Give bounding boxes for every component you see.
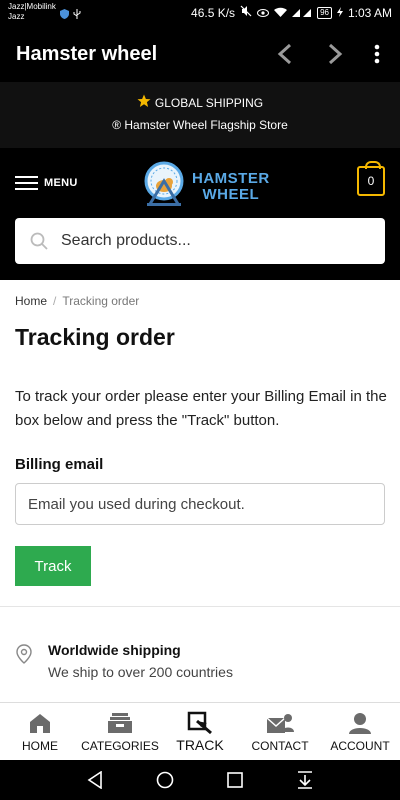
tab-label: ACCOUNT (330, 739, 390, 753)
logo-text: HAMSTER WHEEL (192, 169, 270, 203)
logo-line2: WHEEL (202, 185, 260, 203)
track-icon (187, 711, 213, 735)
charging-icon (336, 6, 343, 20)
breadcrumb-current: Tracking order (62, 294, 140, 308)
tab-label: TRACK (176, 737, 224, 753)
page-description: To track your order please enter your Bi… (15, 388, 387, 429)
carrier-line2: Jazz (8, 12, 25, 21)
system-nav-bar (0, 760, 400, 800)
tab-account[interactable]: ACCOUNT (320, 703, 400, 760)
nav-recents-icon[interactable] (223, 768, 247, 792)
nav-notifications-icon[interactable] (293, 768, 317, 792)
categories-icon (107, 711, 133, 735)
wifi-icon (274, 6, 288, 20)
app-title: Hamster wheel (16, 43, 158, 65)
hamburger-icon (15, 172, 38, 194)
location-pin-icon (15, 644, 33, 669)
breadcrumb: Home / Tracking order (15, 294, 139, 308)
tab-label: CONTACT (251, 739, 309, 753)
breadcrumb-home[interactable]: Home (15, 294, 47, 308)
star-icon (137, 94, 151, 111)
shipping-text: GLOBAL SHIPPING (154, 95, 264, 110)
status-notification-icons (60, 6, 81, 24)
cart-button[interactable]: 0 (357, 161, 385, 196)
billing-email-label: Billing email (15, 456, 104, 473)
eye-icon (257, 6, 270, 20)
bottom-tab-bar: HOME CATEGORIES TRACK CONTACT ACCOUNT (0, 702, 400, 760)
promo-banner: GLOBAL SHIPPING ® Hamster Wheel Flagship… (0, 82, 400, 148)
tab-home[interactable]: HOME (0, 703, 80, 760)
search-bar (15, 218, 385, 264)
store-text: ® Hamster Wheel Flagship Store (112, 118, 288, 132)
nav-home-icon[interactable] (153, 768, 177, 792)
site-header: MENU HAMSTER WHEEL 0 (0, 148, 400, 280)
battery-icon: 96 (317, 6, 332, 19)
more-vert-icon[interactable] (362, 39, 392, 69)
nav-back-icon[interactable] (83, 768, 107, 792)
tab-label: HOME (22, 739, 58, 753)
tab-categories[interactable]: CATEGORIES (80, 703, 160, 760)
tab-label: CATEGORIES (81, 739, 159, 753)
app-bar: Hamster wheel (0, 25, 400, 82)
menu-button[interactable]: MENU (15, 172, 78, 194)
network-speed: 46.5 K/s (191, 5, 236, 20)
feature-subtitle: We ship to over 200 countries (48, 664, 233, 680)
breadcrumb-separator: / (53, 294, 57, 308)
search-icon[interactable] (29, 231, 49, 251)
usb-icon (73, 6, 81, 24)
contact-icon (266, 711, 294, 735)
menu-label: MENU (44, 177, 78, 189)
tab-contact[interactable]: CONTACT (240, 703, 320, 760)
account-icon (348, 711, 372, 735)
billing-email-field[interactable] (15, 483, 385, 525)
mute-icon (240, 5, 252, 20)
logo-line1: HAMSTER (192, 169, 270, 187)
clock: 1:03 AM (347, 5, 392, 20)
site-logo[interactable]: HAMSTER WHEEL (142, 160, 270, 213)
track-button[interactable]: Track (15, 546, 91, 586)
carrier-line1: Jazz|Mobilink (8, 2, 56, 11)
shipping-notice: GLOBAL SHIPPING (0, 94, 400, 111)
carrier-info: Jazz|Mobilink Jazz (8, 2, 56, 22)
divider (0, 606, 400, 607)
page-title: Tracking order (15, 324, 175, 350)
shield-icon (60, 6, 69, 24)
cart-count: 0 (367, 174, 375, 188)
hamster-wheel-logo-icon (142, 160, 186, 213)
status-right: 46.5 K/s 96 1:03 AM (191, 5, 392, 20)
back-arrow-icon[interactable] (270, 39, 300, 69)
search-input[interactable] (61, 232, 361, 250)
signal-icon (292, 6, 312, 20)
feature-title: Worldwide shipping (48, 642, 181, 658)
tab-track[interactable]: TRACK (160, 703, 240, 760)
forward-arrow-icon[interactable] (320, 39, 350, 69)
home-icon (27, 711, 53, 735)
status-bar: Jazz|Mobilink Jazz 46.5 K/s 96 1:03 AM (0, 0, 400, 25)
